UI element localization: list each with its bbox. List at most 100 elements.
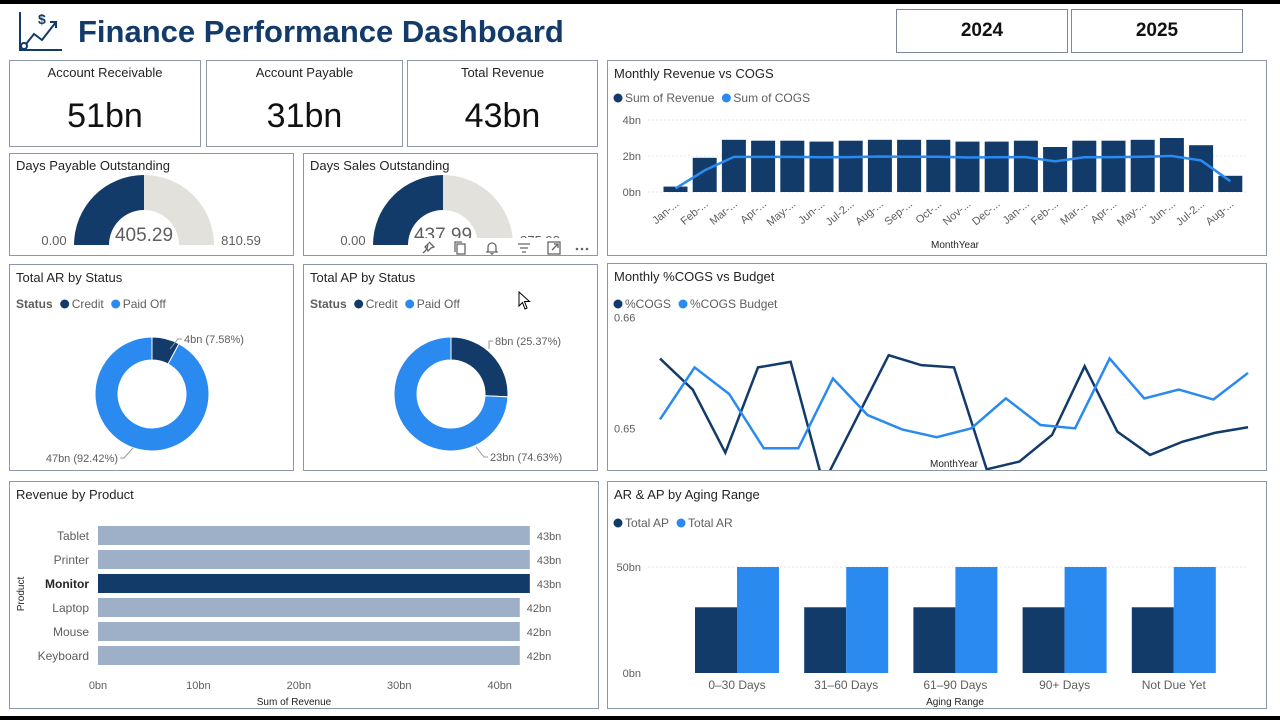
mouse-cursor-icon xyxy=(518,291,531,310)
ap-bar xyxy=(1131,607,1174,673)
product-bar xyxy=(98,526,530,545)
x-tick-label: Apr-... xyxy=(1089,198,1120,226)
ar-bar xyxy=(1064,567,1107,673)
x-tick-label: Jul-2... xyxy=(1174,198,1207,228)
legend-marker xyxy=(676,518,686,528)
revenue-bar xyxy=(1218,175,1243,192)
x-axis-title: Aging Range xyxy=(926,697,984,708)
x-tick-label: 61–90 Days xyxy=(923,678,987,692)
year-2025-button[interactable]: 2025 xyxy=(1071,9,1243,53)
x-tick-label: 40bn xyxy=(487,680,511,692)
chart-title: Monthly Revenue vs COGS xyxy=(614,66,774,81)
gauge-min: 0.00 xyxy=(41,233,66,248)
y-tick-label: 0.66 xyxy=(614,313,635,325)
x-tick-label: 0bn xyxy=(89,680,107,692)
legend-label: %COGS Budget xyxy=(690,297,778,311)
y-tick-label: 2bn xyxy=(623,151,641,163)
x-tick-label: Sep-... xyxy=(882,198,915,228)
revenue-bar xyxy=(897,139,922,192)
x-tick-label: 10bn xyxy=(186,680,210,692)
revenue-bar xyxy=(1013,140,1038,192)
leader-line xyxy=(475,446,488,458)
x-tick-label: 30bn xyxy=(387,680,411,692)
product-bar xyxy=(98,646,520,665)
y-tick-label: 0.65 xyxy=(614,423,635,435)
x-tick-label: Aug-... xyxy=(853,198,886,228)
y-tick-label: 0bn xyxy=(623,668,641,680)
chart-card-revenue-by-product: Revenue by Product Tablet 43bn Printer 43bn M… xyxy=(9,481,599,709)
x-tick-label: Jun-... xyxy=(796,198,827,227)
x-tick-label: Feb-... xyxy=(679,198,711,228)
x-tick-label: 20bn xyxy=(287,680,311,692)
chart-card-aging-range: AR & AP by Aging Range Total AP Total AR 50… xyxy=(607,481,1267,709)
chart-title: Total AR by Status xyxy=(16,270,123,285)
kpi-card-account-payable: Account Payable 31bn xyxy=(206,60,403,147)
gauge-dpo: 405.29 0.00 810.59 xyxy=(41,175,261,248)
bell-icon[interactable] xyxy=(484,240,500,256)
product-bar xyxy=(98,598,520,617)
revenue-bar xyxy=(780,140,805,192)
svg-text:$: $ xyxy=(38,11,46,27)
product-bar xyxy=(98,622,520,641)
gauge-card-dpo: Days Payable Outstanding 405.29 0.00 810… xyxy=(9,153,294,256)
x-tick-label: Jan-... xyxy=(1001,198,1032,227)
cogs-vs-budget-line-chart: Monthly %COGS vs Budget %COGS %COGS Budget… xyxy=(613,269,1249,470)
chart-title: AR & AP by Aging Range xyxy=(614,487,760,502)
chart-card-ar-status: Total AR by Status Status Credit Paid Off 4b… xyxy=(9,264,294,471)
x-tick-label: 0–30 Days xyxy=(708,678,765,692)
data-label: 8bn (25.37%) xyxy=(495,336,561,348)
year-2024-button[interactable]: 2024 xyxy=(896,9,1068,53)
chart-title: Total AP by Status xyxy=(310,270,416,285)
product-bar xyxy=(98,574,530,593)
ap-bar xyxy=(1022,607,1065,673)
revenue-bar xyxy=(926,139,951,192)
pin-icon[interactable] xyxy=(420,240,436,256)
legend-title: Status xyxy=(310,297,347,311)
data-label: 43bn xyxy=(537,555,561,567)
legend-marker xyxy=(354,299,364,309)
category-label: Keyboard xyxy=(38,649,89,663)
x-axis-title: MonthYear xyxy=(930,459,979,470)
x-tick-label: May-... xyxy=(1115,198,1148,229)
data-label: 42bn xyxy=(527,651,551,663)
filter-icon[interactable] xyxy=(516,240,532,256)
focus-mode-icon[interactable] xyxy=(546,240,562,256)
y-tick-label: 0bn xyxy=(623,187,641,199)
chart-dollar-icon: $ xyxy=(19,11,62,51)
legend-label: Sum of COGS xyxy=(733,91,810,105)
ar-bar xyxy=(846,567,889,673)
x-tick-label: Feb-... xyxy=(1029,198,1061,228)
leader-line xyxy=(120,447,134,459)
kpi-card-account-receivable: Account Receivable 51bn xyxy=(9,60,201,147)
revenue-bar xyxy=(984,141,1009,192)
x-axis-title: MonthYear xyxy=(931,240,980,251)
legend-label: Total AR xyxy=(688,516,733,530)
ar-status-donut-chart: Total AR by Status Status Credit Paid Off 4b… xyxy=(16,270,244,465)
dashboard-page: $ Finance Performance Dashboard 2024 202… xyxy=(0,4,1280,716)
legend-label: %COGS xyxy=(625,297,671,311)
revenue-bar xyxy=(1043,147,1068,192)
legend-label: Paid Off xyxy=(123,297,167,311)
x-tick-label: May-... xyxy=(765,198,798,229)
kpi-value: 31bn xyxy=(266,97,343,135)
data-label: 23bn (74.63%) xyxy=(490,452,562,464)
chart-title: Revenue by Product xyxy=(16,487,134,502)
revenue-vs-cogs-combo-chart: Monthly Revenue vs COGS Sum of Revenue Sum… xyxy=(613,66,1248,251)
x-tick-label: Mar-... xyxy=(708,198,740,228)
legend-label: Total AP xyxy=(625,516,669,530)
revenue-bar xyxy=(1189,145,1214,192)
ar-bar xyxy=(1173,567,1216,673)
category-label: Monitor xyxy=(45,577,89,591)
more-options-icon[interactable] xyxy=(574,240,590,256)
x-axis-title: Sum of Revenue xyxy=(257,697,332,708)
legend-label: Paid Off xyxy=(417,297,461,311)
copy-icon[interactable] xyxy=(452,240,468,256)
data-label: 42bn xyxy=(527,603,551,615)
chart-card-cogs-vs-budget: Monthly %COGS vs Budget %COGS %COGS Budget… xyxy=(607,263,1267,471)
x-tick-label: Aug-... xyxy=(1204,198,1237,228)
x-tick-label: Jun-... xyxy=(1147,198,1178,227)
legend-label: Sum of Revenue xyxy=(625,91,715,105)
cogs-budget-line xyxy=(658,356,1249,450)
revenue-bar xyxy=(1101,140,1126,192)
revenue-bar xyxy=(721,139,746,192)
